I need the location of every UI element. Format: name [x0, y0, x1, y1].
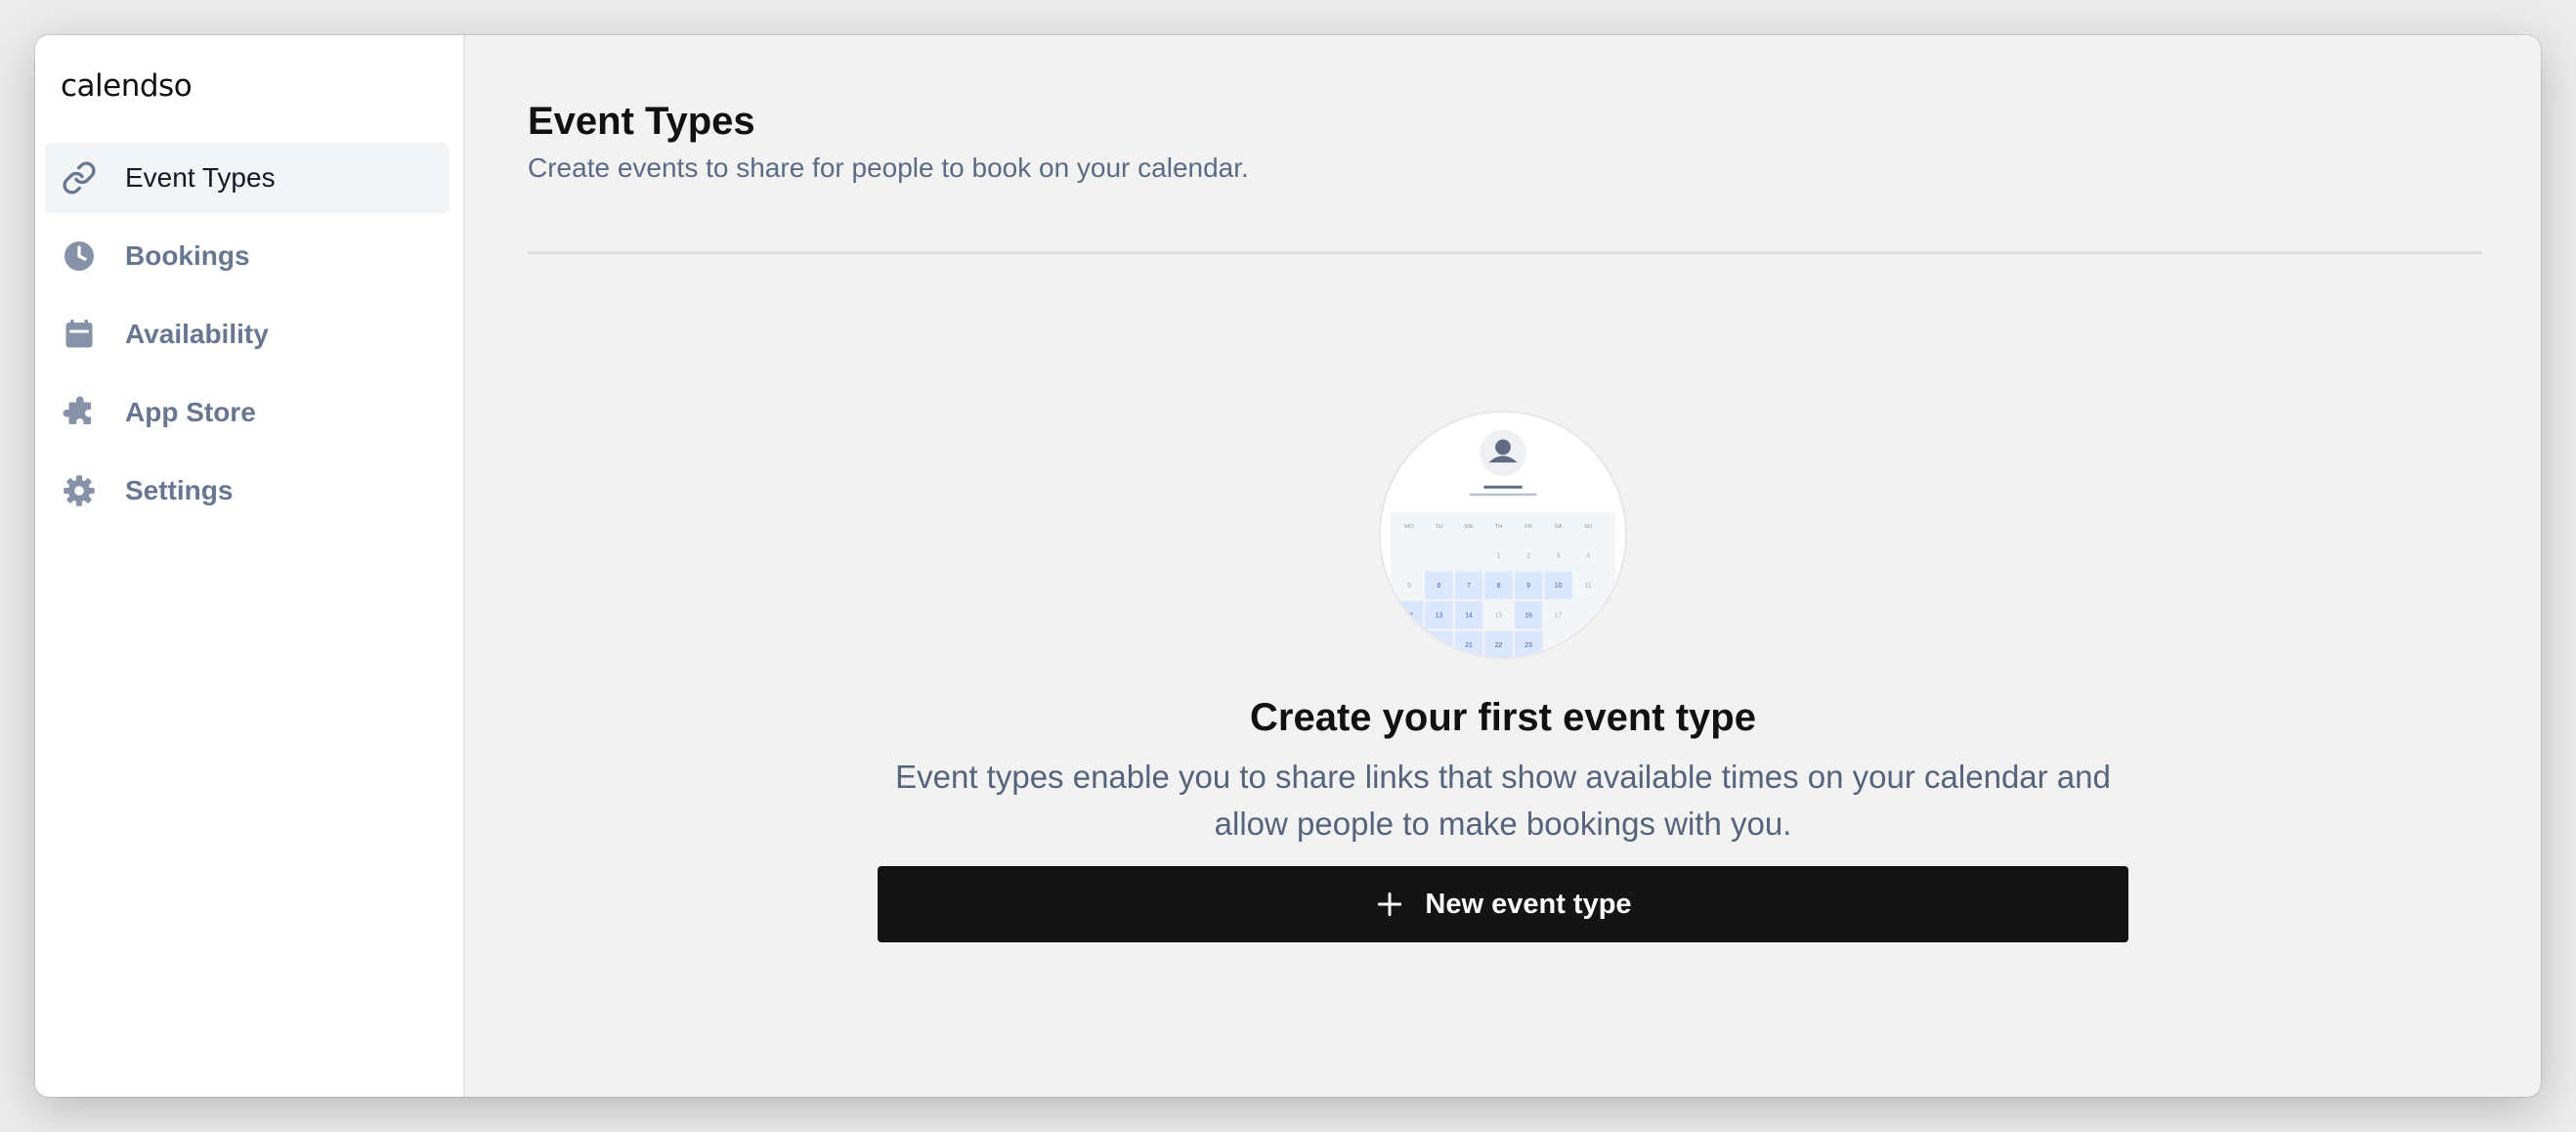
new-event-type-label: New event type — [1425, 888, 1632, 920]
new-event-type-button[interactable]: New event type — [878, 866, 2128, 942]
empty-state: MO TU WE TH FR SA SU 1 2 3 4 5 6 7 8 9 10 11 12 13 14 15 16 17 2… — [465, 411, 2541, 848]
calendar-day-header: FR — [1524, 524, 1532, 530]
calendar-day-number: 12 — [1405, 613, 1413, 620]
empty-state-illustration: MO TU WE TH FR SA SU 1 2 3 4 5 6 7 8 9 10 11 12 13 14 15 16 17 2… — [1379, 411, 1627, 659]
user-avatar-icon — [1469, 429, 1537, 497]
plus-icon — [1378, 892, 1402, 917]
calendar-day-number: 16 — [1524, 613, 1532, 620]
sidebar: calendso Event Types Bookings Availabili… — [35, 35, 465, 1097]
calendar-day-number: 13 — [1436, 613, 1443, 620]
calendar-day-number: 17 — [1555, 613, 1563, 620]
link-icon — [61, 159, 98, 196]
sidebar-item-settings[interactable]: Settings — [45, 456, 450, 526]
empty-state-title: Create your first event type — [1250, 696, 1756, 739]
calendar-day-cell — [1425, 631, 1453, 657]
sidebar-item-bookings[interactable]: Bookings — [45, 221, 450, 291]
puzzle-icon — [61, 394, 98, 431]
calendar-day-number: 20 — [1436, 642, 1443, 649]
calendar-day-number: 15 — [1495, 613, 1503, 620]
sidebar-nav: Event Types Bookings Availability App St… — [45, 143, 450, 534]
calendar-day-header: SA — [1555, 524, 1563, 530]
sidebar-item-label: Availability — [125, 319, 269, 349]
sidebar-item-label: Bookings — [125, 240, 250, 271]
main-content: Event Types Create events to share for p… — [465, 35, 2541, 1097]
sidebar-item-label: Event Types — [125, 162, 276, 193]
calendar-day-header: SU — [1584, 524, 1592, 530]
calendar-day-number: 21 — [1465, 642, 1473, 649]
sidebar-item-availability[interactable]: Availability — [45, 299, 450, 370]
calendar-day-number: 4 — [1586, 553, 1590, 560]
page-subtitle: Create events to share for people to boo… — [528, 152, 1249, 183]
sidebar-item-label: App Store — [125, 397, 256, 427]
calendar-day-number: 22 — [1495, 642, 1503, 649]
sidebar-item-label: Settings — [125, 475, 234, 505]
calendar-day-header: TH — [1495, 524, 1503, 530]
calendar-day-number: 3 — [1557, 553, 1561, 560]
calendar-day-number: 10 — [1555, 583, 1563, 589]
calendar-day-number: 6 — [1438, 583, 1441, 589]
logo[interactable]: calendso — [61, 68, 193, 104]
calendar-day-number: 5 — [1407, 583, 1411, 589]
gear-icon — [61, 472, 98, 509]
calendar-day-header: WE — [1464, 524, 1474, 530]
calendar-day-number: 2 — [1526, 553, 1530, 560]
calendar-day-cell — [1395, 600, 1424, 630]
clock-icon — [61, 238, 98, 275]
empty-state-description: Event types enable you to share links th… — [895, 759, 2111, 842]
app-window: calendso Event Types Bookings Availabili… — [35, 35, 2541, 1097]
calendar-day-number: 11 — [1585, 583, 1592, 589]
calendar-illustration: MO TU WE TH FR SA SU1 2 3 45 6 7 8 9 10 1112 13 14 15 16 172… — [1390, 429, 1616, 657]
calendar-day-number: 7 — [1467, 583, 1471, 589]
calendar-day-number: 8 — [1497, 583, 1501, 589]
calendar-icon — [61, 316, 98, 353]
calendar-day-header: MO — [1404, 524, 1414, 530]
sidebar-item-app-store[interactable]: App Store — [45, 377, 450, 448]
calendar-day-number: 1 — [1497, 553, 1501, 560]
calendar-day-number: 9 — [1526, 583, 1530, 589]
calendar-day-number: 23 — [1524, 642, 1532, 649]
header-divider — [528, 251, 2482, 254]
calendar-day-number: 14 — [1465, 613, 1473, 620]
calendar-day-header: TU — [1436, 524, 1443, 530]
page-title: Event Types — [528, 100, 755, 143]
sidebar-item-event-types[interactable]: Event Types — [45, 143, 450, 213]
